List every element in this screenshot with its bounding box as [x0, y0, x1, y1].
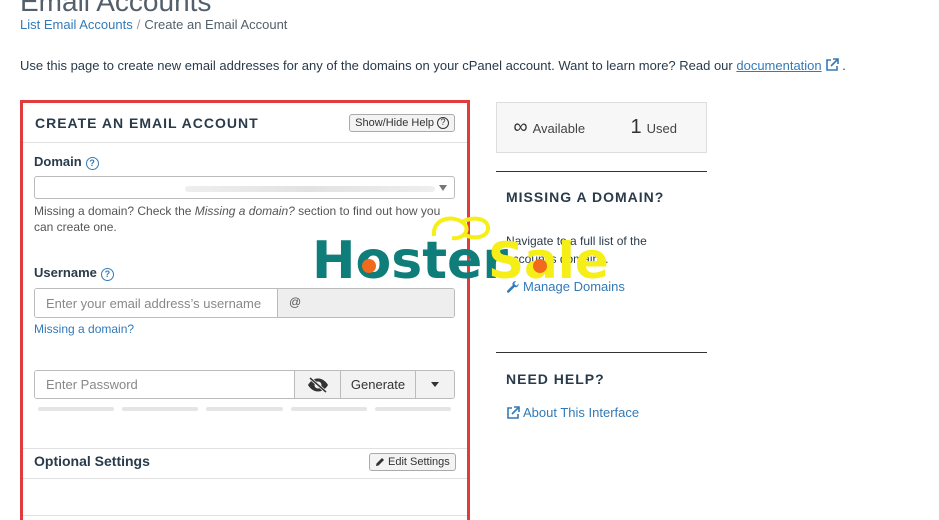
toggle-password-visibility-button[interactable] [295, 371, 341, 398]
password-options-dropdown[interactable] [416, 371, 454, 398]
account-stats: ∞ Available 1 Used [496, 102, 707, 153]
documentation-link[interactable]: documentation [736, 58, 821, 73]
show-hide-help-label: Show/Hide Help [355, 116, 434, 129]
strength-segment [290, 407, 367, 411]
edit-settings-button[interactable]: Edit Settings [369, 453, 456, 471]
show-hide-help-button[interactable]: Show/Hide Help ? [349, 113, 455, 132]
eye-slash-icon [307, 376, 328, 393]
optional-settings-title: Optional Settings [34, 453, 150, 469]
question-circle-icon: ? [437, 116, 449, 129]
strength-segment [374, 407, 452, 411]
password-input[interactable] [35, 371, 295, 398]
edit-settings-label: Edit Settings [388, 456, 450, 468]
breadcrumb-separator: / [136, 17, 141, 32]
stat-used: 1 Used [602, 116, 707, 139]
password-strength-meter [38, 407, 452, 411]
missing-domain-text: Navigate to a full list of the account’s… [506, 234, 647, 266]
missing-domain-heading: MISSING A DOMAIN? [506, 189, 665, 205]
strength-segment [206, 407, 283, 411]
divider [23, 448, 467, 449]
missing-domain-link[interactable]: Missing a domain? [34, 322, 134, 336]
stat-available: ∞ Available [497, 116, 602, 139]
manage-domains-link[interactable]: Manage Domains [506, 279, 625, 294]
strength-segment [38, 407, 115, 411]
strength-segment [122, 407, 199, 411]
need-help-heading: NEED HELP? [506, 371, 605, 387]
sidebar-divider [496, 352, 707, 353]
at-domain-addon: @ [278, 289, 454, 317]
used-label: Used [646, 121, 677, 136]
domain-select[interactable] [34, 176, 455, 199]
sidebar-divider [496, 171, 707, 172]
intro-suffix: . [842, 58, 846, 73]
breadcrumb: List Email Accounts / Create an Email Acco… [20, 17, 287, 32]
domain-label-text: Domain [34, 154, 82, 169]
pencil-icon [376, 458, 384, 466]
caret-down-icon [431, 382, 439, 387]
divider [23, 478, 467, 479]
domain-hint: Missing a domain? Check the Missing a do… [34, 203, 454, 235]
domain-label: Domain? [34, 154, 99, 170]
username-label-text: Username [34, 265, 97, 280]
page-title: Email Accounts [20, 0, 212, 17]
chevron-down-icon [439, 185, 447, 191]
create-email-card: CREATE AN EMAIL ACCOUNT Show/Hide Help ?… [20, 100, 470, 520]
domain-hint-prefix: Missing a domain? Check the [34, 204, 195, 218]
domain-hint-emphasis: Missing a domain? [194, 204, 295, 218]
username-help-icon[interactable]: ? [100, 267, 114, 281]
wrench-icon [506, 280, 519, 293]
external-link-icon [825, 58, 839, 71]
username-input[interactable] [35, 289, 278, 317]
domain-help-icon[interactable]: ? [85, 156, 99, 170]
intro-body: Use this page to create new email addres… [20, 58, 737, 73]
card-header: CREATE AN EMAIL ACCOUNT Show/Hide Help ? [23, 103, 467, 143]
domain-select-value [185, 186, 435, 192]
breadcrumb-current: Create an Email Account [144, 17, 288, 32]
about-interface-label: About This Interface [523, 405, 640, 420]
username-label: Username? [34, 265, 114, 281]
divider [23, 515, 467, 516]
manage-domains-label: Manage Domains [523, 279, 625, 294]
available-value: ∞ [513, 116, 528, 138]
intro-text: Use this page to create new email addres… [20, 58, 846, 73]
card-title: CREATE AN EMAIL ACCOUNT [35, 114, 259, 131]
used-value: 1 [630, 116, 642, 138]
breadcrumb-list-email-accounts[interactable]: List Email Accounts [20, 17, 133, 32]
external-link-icon [507, 405, 520, 419]
generate-password-button[interactable]: Generate [341, 371, 416, 398]
username-group: @ [34, 288, 455, 318]
available-label: Available [532, 121, 586, 136]
password-group: Generate [34, 370, 455, 399]
about-interface-link[interactable]: About This Interface [506, 405, 639, 420]
